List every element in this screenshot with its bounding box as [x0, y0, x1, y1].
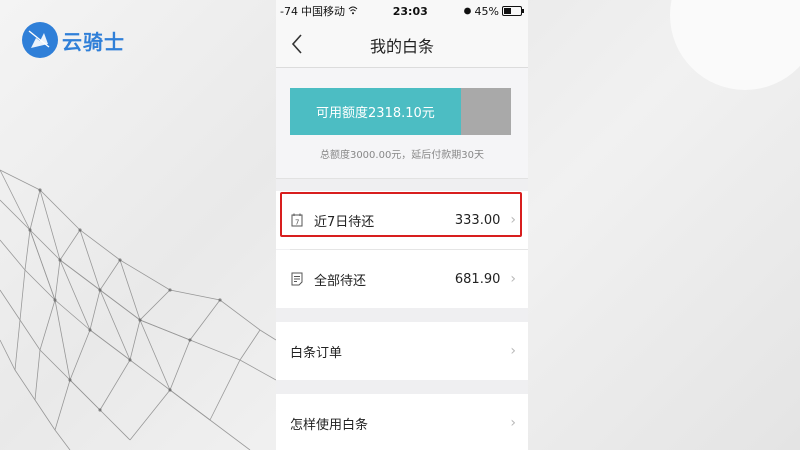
signal-strength: -74 — [280, 4, 298, 18]
page-title: 我的白条 — [369, 36, 434, 56]
status-bar: -74 中国移动 23:03 45% — [276, 0, 528, 22]
row-label: 怎样使用白条 — [290, 417, 369, 433]
chevron-right-icon: › — [510, 343, 516, 359]
row-label: 全部待还 — [314, 273, 367, 289]
carrier-name: 中国移动 — [300, 5, 345, 18]
back-button[interactable] — [284, 30, 310, 58]
available-credit-label: 可用额度2318.10元 — [316, 106, 435, 121]
battery-percent: 45% — [474, 4, 499, 18]
chevron-right-icon: › — [510, 415, 516, 431]
row-label: 白条订单 — [290, 345, 343, 361]
section-gap — [276, 179, 528, 191]
brand-logo: 云骑士 — [22, 22, 125, 58]
row-how-to-use[interactable]: 怎样使用白条 › — [276, 394, 528, 450]
wifi-icon — [348, 5, 358, 18]
battery-icon — [502, 6, 524, 16]
document-list-icon — [290, 271, 304, 287]
chevron-left-icon — [291, 34, 302, 54]
available-credit-fill: 可用额度2318.10元 — [290, 88, 461, 135]
row-baitiao-orders[interactable]: 白条订单 › — [276, 322, 528, 380]
alarm-icon — [463, 5, 472, 18]
row-amount: 681.90 — [454, 271, 501, 287]
credit-progress-bar: 可用额度2318.10元 — [290, 88, 511, 135]
highlight-box — [280, 192, 522, 237]
brand-name: 云骑士 — [62, 29, 125, 54]
nav-bar: 我的白条 — [276, 22, 528, 68]
row-all-due[interactable]: 全部待还 681.90 › — [276, 250, 528, 308]
chevron-right-icon: › — [510, 271, 516, 287]
credit-section: 可用额度2318.10元 总额度3000.00元，延后付款期30天 — [276, 68, 528, 179]
section-gap — [276, 308, 528, 322]
knight-logo-icon — [22, 22, 58, 58]
section-gap — [276, 380, 528, 394]
clock: 23:03 — [392, 4, 428, 18]
credit-total-note: 总额度3000.00元，延后付款期30天 — [319, 150, 485, 161]
